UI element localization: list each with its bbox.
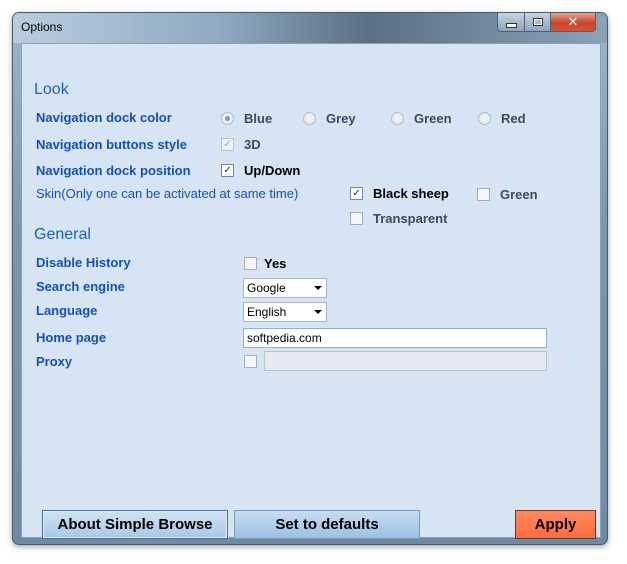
about-button[interactable]: About Simple Browse: [42, 510, 228, 539]
skin-label: Skin(Only one can be activated at same t…: [36, 186, 299, 201]
checkbox-up-down-label: Up/Down: [244, 163, 301, 178]
apply-button-label: Apply: [534, 516, 577, 533]
checkbox-empty-icon: [477, 188, 490, 201]
search-engine-label: Search engine: [36, 279, 125, 294]
language-value: English: [247, 305, 287, 319]
checkbox-transparent-label: Transparent: [373, 211, 448, 226]
checkbox-black-sheep-label: Black sheep: [373, 186, 449, 201]
radio-blue-label: Blue: [244, 111, 273, 126]
radio-icon: [478, 112, 491, 125]
check-icon: ✓: [221, 164, 234, 177]
options-window: Options ✕ Look Navigation dock color Blu…: [12, 12, 608, 545]
search-engine-value: Google: [247, 281, 286, 295]
title-bar[interactable]: Options ✕: [13, 13, 607, 43]
language-select[interactable]: English: [243, 302, 327, 322]
general-heading: General: [34, 226, 91, 243]
radio-grey[interactable]: Grey: [303, 111, 356, 126]
radio-icon: [221, 112, 234, 125]
window-title: Options: [21, 20, 63, 34]
apply-button[interactable]: Apply: [515, 510, 596, 539]
home-page-input[interactable]: softpedia.com: [243, 328, 547, 348]
minimize-icon: [505, 22, 517, 28]
history-label: Disable History: [36, 255, 131, 270]
home-page-value: softpedia.com: [247, 331, 322, 345]
radio-icon: [391, 112, 404, 125]
radio-icon: [303, 112, 316, 125]
radio-green[interactable]: Green: [391, 111, 452, 126]
look-heading: Look: [34, 81, 69, 98]
check-icon: ✓: [350, 187, 363, 200]
checkbox-black-sheep[interactable]: ✓ Black sheep: [350, 186, 449, 201]
radio-green-label: Green: [414, 111, 452, 126]
checkbox-empty-icon: [350, 212, 363, 225]
checkbox-empty-icon: [244, 257, 257, 270]
checkbox-transparent[interactable]: Transparent: [350, 211, 447, 226]
dock-color-label: Navigation dock color: [36, 110, 172, 125]
close-icon: ✕: [567, 14, 579, 29]
options-panel: Look Navigation dock color Blue Grey Gre…: [21, 43, 601, 539]
checkbox-proxy[interactable]: [244, 355, 257, 368]
check-icon: ✓: [221, 138, 234, 151]
checkbox-up-down[interactable]: ✓ Up/Down: [221, 163, 300, 178]
checkbox-green-skin[interactable]: Green: [477, 187, 538, 202]
radio-grey-label: Grey: [326, 111, 356, 126]
proxy-input[interactable]: [264, 351, 547, 371]
checkbox-empty-icon: [244, 355, 257, 368]
chevron-down-icon: [314, 286, 322, 290]
dock-position-label: Navigation dock position: [36, 163, 191, 178]
proxy-label: Proxy: [36, 354, 73, 369]
set-defaults-button[interactable]: Set to defaults: [234, 510, 420, 539]
home-page-label: Home page: [36, 330, 107, 345]
minimize-button[interactable]: [497, 13, 525, 32]
checkbox-3d[interactable]: ✓ 3D: [221, 137, 261, 152]
radio-red[interactable]: Red: [478, 111, 526, 126]
radio-blue[interactable]: Blue: [221, 111, 272, 126]
checkbox-disable-history[interactable]: Yes: [244, 256, 286, 271]
checkbox-green-skin-label: Green: [500, 187, 538, 202]
checkbox-3d-label: 3D: [244, 137, 261, 152]
maximize-button[interactable]: [524, 13, 551, 32]
chevron-down-icon: [314, 310, 322, 314]
language-label: Language: [36, 303, 98, 318]
close-button[interactable]: ✕: [550, 13, 596, 32]
buttons-style-label: Navigation buttons style: [36, 137, 187, 152]
radio-red-label: Red: [501, 111, 526, 126]
search-engine-select[interactable]: Google: [243, 278, 327, 298]
checkbox-disable-history-label: Yes: [264, 256, 287, 271]
maximize-icon: [532, 18, 543, 26]
